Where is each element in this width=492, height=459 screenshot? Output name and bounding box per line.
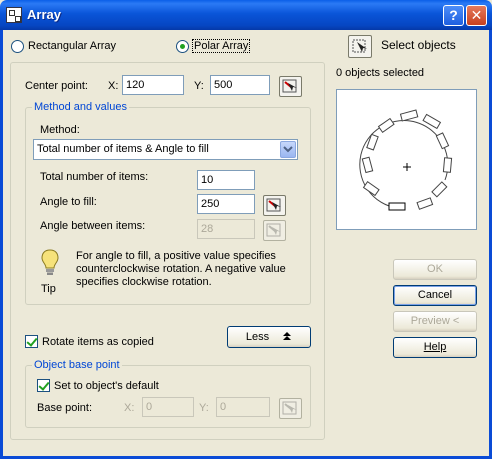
help-button-label: Help (423, 341, 447, 353)
angle-between-label: Angle between items: (40, 220, 146, 232)
pick-angle-between-button[interactable] (263, 220, 286, 241)
base-y-input[interactable]: 0 (216, 397, 270, 417)
base-x-label: X: (124, 402, 135, 414)
lightbulb-icon (41, 249, 59, 275)
method-dropdown-button[interactable] (280, 141, 296, 158)
title-bar[interactable] (0, 0, 492, 30)
angle-fill-input[interactable]: 250 (197, 194, 255, 214)
center-point-label: Center point: (25, 80, 88, 92)
center-y-input[interactable]: 500 (210, 75, 270, 95)
help-title-button[interactable]: ? (443, 5, 464, 26)
center-x-label: X: (108, 80, 119, 92)
method-select-value: Total number of items & Angle to fill (37, 143, 209, 155)
polar-array-label[interactable]: Polar Array (192, 39, 251, 53)
method-group-legend: Method and values (32, 101, 129, 113)
cancel-button[interactable]: Cancel (393, 285, 477, 306)
angle-fill-label: Angle to fill: (40, 196, 97, 208)
array-app-icon (6, 7, 22, 23)
rotate-items-checkbox[interactable] (25, 335, 38, 348)
center-y-label: Y: (194, 80, 204, 92)
less-button[interactable]: Less (227, 326, 311, 348)
base-point-group-legend: Object base point (32, 359, 122, 371)
window-title: Array (27, 7, 61, 22)
close-button[interactable]: ✕ (466, 5, 487, 26)
preview-pane (336, 89, 477, 230)
rectangular-array-label[interactable]: Rectangular Array (28, 40, 116, 52)
pick-angle-fill-button[interactable] (263, 195, 286, 216)
total-items-input[interactable]: 10 (197, 170, 255, 190)
select-objects-label[interactable]: Select objects (381, 38, 456, 52)
polar-array-preview-image (359, 109, 453, 211)
rectangular-array-radio[interactable] (11, 40, 24, 53)
tip-text: For angle to fill, a positive value spec… (76, 250, 286, 288)
select-objects-icon (352, 39, 367, 53)
polar-array-radio[interactable] (176, 40, 189, 53)
help-button[interactable]: Help (393, 337, 477, 358)
pick-point-icon (282, 79, 297, 93)
tip-label: Tip (41, 283, 56, 295)
pick-point-icon (282, 401, 297, 415)
angle-between-input[interactable]: 28 (197, 219, 255, 239)
pick-point-icon (266, 223, 281, 237)
pick-center-point-button[interactable] (279, 76, 302, 97)
total-items-label: Total number of items: (40, 171, 149, 183)
base-y-label: Y: (199, 402, 209, 414)
ok-button[interactable]: OK (393, 259, 477, 280)
pick-base-point-button[interactable] (279, 398, 302, 419)
method-select[interactable]: Total number of items & Angle to fill (33, 139, 298, 160)
pick-point-icon (266, 198, 281, 212)
base-point-label: Base point: (37, 402, 93, 414)
preview-button[interactable]: Preview < (393, 311, 477, 332)
chevron-down-icon (283, 146, 293, 153)
base-x-input[interactable]: 0 (142, 397, 194, 417)
set-default-label[interactable]: Set to object's default (54, 380, 159, 392)
method-label: Method: (40, 124, 80, 136)
collapse-up-icon (283, 332, 292, 340)
selection-status: 0 objects selected (336, 67, 425, 79)
window-frame-left (0, 30, 3, 459)
center-x-input[interactable]: 120 (122, 75, 184, 95)
select-objects-button[interactable] (348, 35, 372, 58)
less-button-label: Less (245, 331, 270, 343)
set-default-checkbox[interactable] (37, 379, 50, 392)
rotate-items-label[interactable]: Rotate items as copied (42, 336, 154, 348)
